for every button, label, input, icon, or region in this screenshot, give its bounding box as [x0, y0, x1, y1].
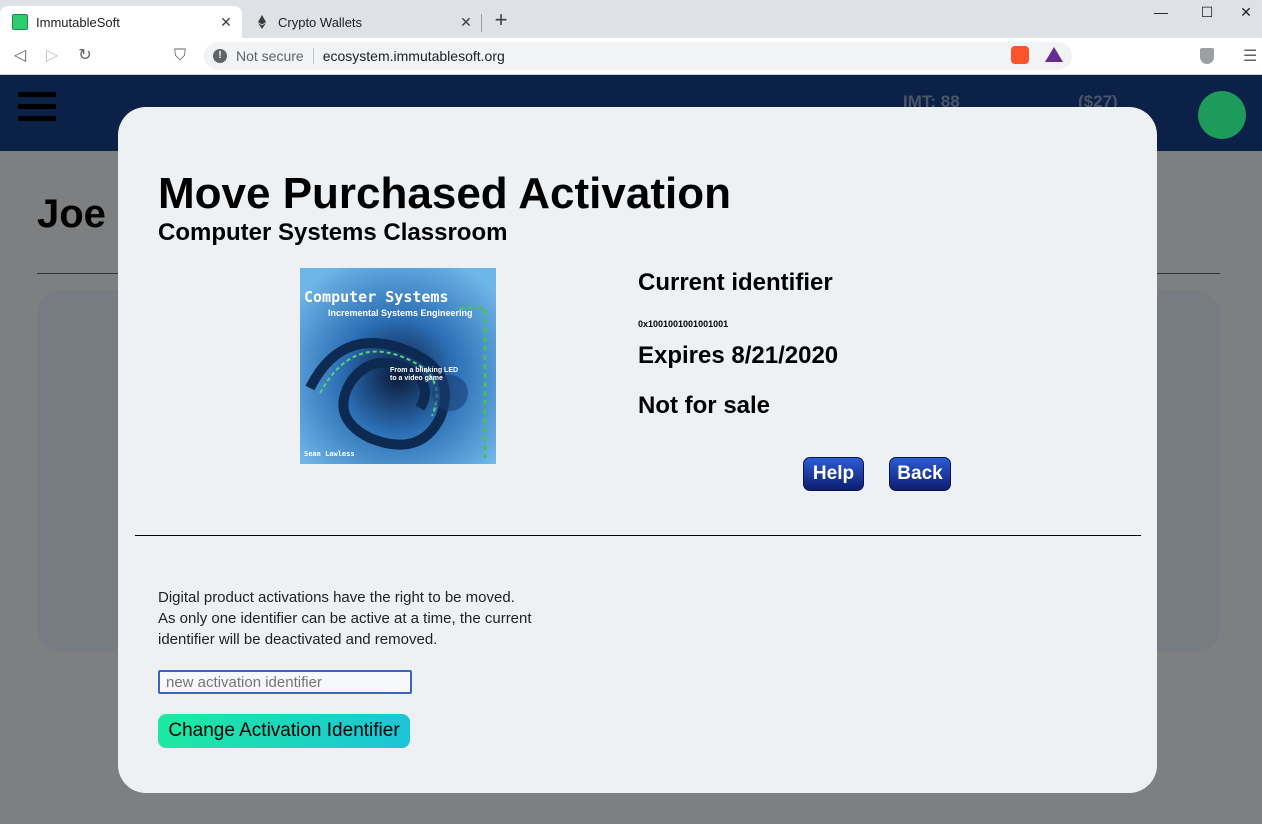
- modal-divider: [135, 535, 1141, 536]
- cover-title: Computer Systems: [304, 288, 449, 306]
- info-icon[interactable]: !: [213, 49, 227, 63]
- move-description: Digital product activations have the rig…: [158, 587, 578, 650]
- cover-tagline-2: to a video game: [390, 375, 443, 382]
- back-button[interactable]: Back: [889, 457, 951, 491]
- url-text[interactable]: ecosystem.immutablesoft.org: [323, 48, 505, 64]
- current-identifier-value: 0x1001001001001001: [638, 319, 729, 329]
- current-identifier-label: Current identifier: [638, 269, 833, 296]
- tab-close-icon[interactable]: ✕: [454, 14, 478, 31]
- user-heading: Joe: [37, 192, 106, 236]
- ethereum-favicon-icon: [254, 14, 270, 30]
- help-button[interactable]: Help: [803, 457, 864, 491]
- tab-separator: [481, 14, 482, 32]
- tab-title: ImmutableSoft: [36, 14, 120, 30]
- change-activation-identifier-button[interactable]: Change Activation Identifier: [158, 714, 410, 748]
- cover-tagline-1: From a blinking LED: [390, 367, 458, 374]
- expiration-date: Expires 8/21/2020: [638, 342, 839, 369]
- product-cover-image: Computer Systems Incremental Systems Eng…: [300, 268, 496, 464]
- immutablesoft-favicon-icon: [12, 14, 28, 30]
- tab-immutablesoft[interactable]: ImmutableSoft ✕: [0, 6, 242, 38]
- description-line: identifier will be deactivated and remov…: [158, 631, 438, 648]
- move-activation-modal: Move Purchased Activation Computer Syste…: [118, 107, 1157, 793]
- product-name: Computer Systems Classroom: [158, 219, 508, 246]
- back-nav-icon[interactable]: ◁: [8, 45, 32, 67]
- new-identifier-input[interactable]: [158, 670, 412, 694]
- bookmark-icon[interactable]: ⛉: [168, 45, 192, 67]
- tab-close-icon[interactable]: ✕: [214, 14, 238, 31]
- browser-toolbar: ◁ ▷ ↻ ⛉ ! Not secure ecosystem.immutable…: [0, 38, 1262, 75]
- hamburger-menu-icon[interactable]: [18, 92, 56, 126]
- browser-tab-bar: ImmutableSoft ✕ Crypto Wallets ✕ + — ☐ ✕: [0, 0, 1262, 38]
- brave-rewards-icon[interactable]: [1045, 47, 1063, 62]
- tab-crypto-wallets[interactable]: Crypto Wallets ✕: [244, 6, 482, 38]
- maximize-button[interactable]: ☐: [1184, 4, 1230, 26]
- sale-status: Not for sale: [638, 392, 771, 419]
- address-bar[interactable]: ! Not secure ecosystem.immutablesoft.org: [204, 42, 1072, 70]
- description-line: As only one identifier can be active at …: [158, 610, 532, 627]
- reload-icon[interactable]: ↻: [73, 45, 97, 67]
- security-label[interactable]: Not secure: [236, 48, 304, 64]
- minimize-button[interactable]: —: [1138, 4, 1184, 26]
- cover-subtitle: Incremental Systems Engineering: [328, 308, 473, 318]
- window-close-button[interactable]: ✕: [1230, 4, 1262, 26]
- brave-shields-icon[interactable]: [1011, 46, 1029, 64]
- description-line: Digital product activations have the rig…: [158, 589, 515, 606]
- forward-nav-icon[interactable]: ▷: [40, 45, 64, 67]
- extension-shield-icon[interactable]: [1200, 48, 1214, 64]
- browser-menu-icon[interactable]: ☰: [1243, 46, 1257, 66]
- address-divider: [312, 48, 314, 64]
- wallet-coins-icon[interactable]: [1198, 91, 1246, 139]
- modal-title: Move Purchased Activation: [158, 169, 731, 218]
- tab-title: Crypto Wallets: [278, 14, 363, 30]
- new-tab-button[interactable]: +: [490, 9, 512, 32]
- cover-author: Sean Lawless: [304, 450, 355, 458]
